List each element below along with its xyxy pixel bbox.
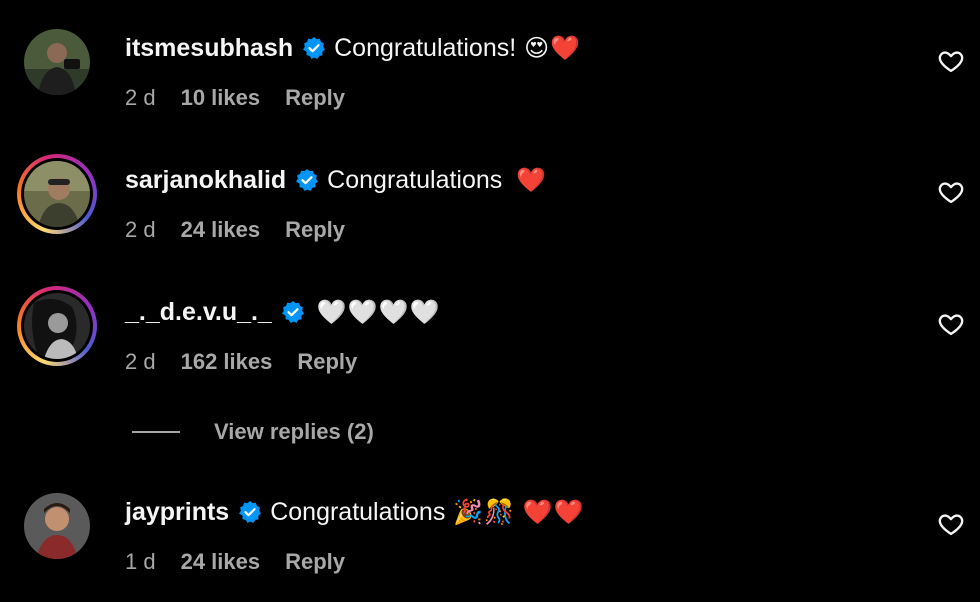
avatar <box>24 293 90 359</box>
comment-age: 2 d <box>125 217 156 242</box>
comment-username[interactable]: _._d.e.v.u_._ <box>125 298 272 327</box>
verified-badge-icon <box>295 168 319 192</box>
comment-username[interactable]: sarjanokhalid <box>125 166 286 195</box>
comment-username[interactable]: itsmesubhash <box>125 34 293 63</box>
comment-emoji: 😍❤️ <box>524 34 582 62</box>
replies-divider <box>132 431 180 433</box>
comment-age: 2 d <box>125 85 156 110</box>
comment-username[interactable]: jayprints <box>125 498 229 527</box>
avatar-photo-icon <box>24 29 90 95</box>
like-heart-icon[interactable] <box>937 310 965 338</box>
comment-likes-link[interactable]: 24 likes <box>181 549 261 575</box>
avatar-story-ring[interactable] <box>17 154 97 234</box>
avatar[interactable] <box>17 486 97 566</box>
comment-emoji: ❤️ <box>516 166 548 194</box>
reply-button[interactable]: Reply <box>297 349 357 375</box>
like-heart-icon[interactable] <box>937 47 965 75</box>
verified-badge-icon <box>302 36 326 60</box>
comment-emoji: 🤍🤍🤍🤍 <box>316 298 441 326</box>
like-heart-icon[interactable] <box>937 510 965 538</box>
reply-button[interactable]: Reply <box>285 549 345 575</box>
comment-emoji: 🎉🎊 ❤️❤️ <box>453 498 585 526</box>
comment-age: 1 d <box>125 549 156 574</box>
verified-badge-icon <box>238 500 262 524</box>
view-replies-label: View replies (2) <box>214 419 374 444</box>
comment-likes-link[interactable]: 10 likes <box>181 85 261 111</box>
reply-button[interactable]: Reply <box>285 85 345 111</box>
comment-text: Congratulations <box>270 497 446 526</box>
reply-button[interactable]: Reply <box>285 217 345 243</box>
avatar-photo-icon <box>24 493 90 559</box>
like-heart-icon[interactable] <box>937 178 965 206</box>
comment-text: Congratulations! <box>334 33 517 62</box>
comment-likes-link[interactable]: 162 likes <box>181 349 273 375</box>
view-replies-button[interactable]: View replies (2) <box>132 417 374 447</box>
avatar-photo-icon <box>24 293 90 359</box>
comment-age: 2 d <box>125 349 156 374</box>
verified-badge-icon <box>281 300 305 324</box>
avatar-photo-icon <box>24 161 90 227</box>
comment-text: Congratulations <box>327 165 503 194</box>
avatar-story-ring[interactable] <box>17 286 97 366</box>
comment-likes-link[interactable]: 24 likes <box>181 217 261 243</box>
avatar[interactable] <box>17 22 97 102</box>
avatar <box>24 161 90 227</box>
